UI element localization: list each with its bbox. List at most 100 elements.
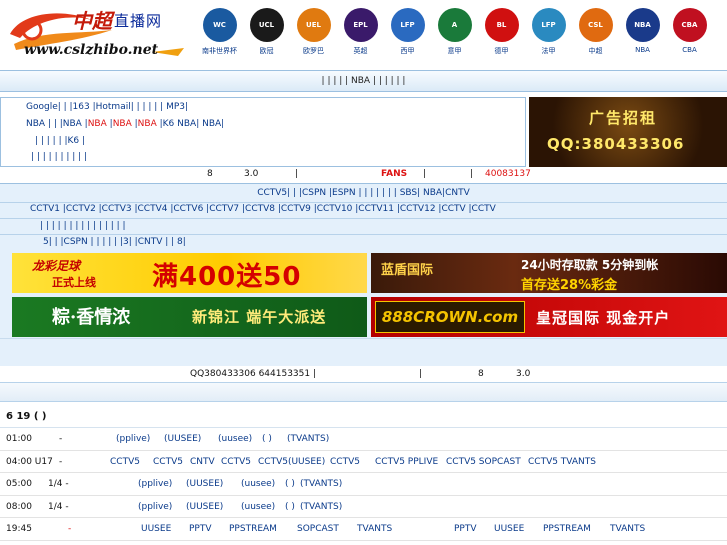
banner-text: 首存送28%彩金 — [521, 278, 618, 293]
channel-link[interactable]: CCTV5(UUSEE) — [258, 457, 325, 467]
banner-text: 新锦江 端午大派送 — [192, 308, 327, 326]
channel-link[interactable]: UUSEE — [494, 524, 524, 534]
league-link[interactable]: LFP 法甲 — [525, 6, 572, 64]
tv-row-cctv[interactable]: CCTV1 |CCTV2 |CCTV3 |CCTV4 |CCTV6 |CCTV7… — [30, 204, 727, 214]
quick-links-box: Google| | |163 |Hotmail| | | | | | MP3| … — [0, 97, 526, 167]
banner-text: 龙彩足球 — [32, 259, 81, 273]
nba-link-red-2[interactable]: NBA — [113, 119, 132, 129]
ad-banner-longcai[interactable]: 龙彩足球 正式上线 满400送50 — [12, 253, 367, 293]
channel-link[interactable]: TVANTS — [610, 524, 645, 534]
table-row: 01:00 - (pplive) (UUSEE) (uusee) ( ) (TVANTS) — [0, 428, 727, 451]
contact-bar: QQ380433306 644153351 | | 8 3.0 — [0, 338, 727, 379]
channel-link[interactable]: (pplive) — [138, 479, 172, 489]
channel-link[interactable]: CCTV5 SOPCAST — [446, 457, 521, 467]
ad-banner-rent[interactable]: 广告招租 QQ:380433306 — [529, 97, 727, 167]
channel-link[interactable]: CCTV5 TVANTS — [528, 457, 596, 467]
channel-link[interactable]: PPTV — [454, 524, 477, 534]
league-name: 英超 — [353, 47, 368, 55]
ad-banner-crown[interactable]: 888CROWN.com 皇冠国际 现金开户 — [371, 297, 727, 337]
channel-link[interactable]: (uusee) — [218, 434, 252, 444]
tv-channel-links: CCTV5| | |CSPN |ESPN | | | | | | | SBS| … — [0, 183, 727, 250]
channel-link[interactable]: (TVANTS) — [300, 479, 342, 489]
quick-links-row-3[interactable]: | | | | | |K6 | — [35, 136, 85, 146]
channel-link[interactable]: ( ) — [262, 434, 272, 444]
match-time: 05:00 — [6, 479, 32, 489]
divider — [0, 234, 727, 235]
lega-calcio-icon: A — [437, 8, 472, 42]
league-link[interactable]: CBA CBA — [666, 6, 713, 64]
contact-num: 8 — [478, 369, 484, 379]
channel-link[interactable]: (uusee) — [241, 502, 275, 512]
nba-link[interactable]: NBA | | |NBA | — [26, 119, 88, 129]
league-link[interactable]: UCL 欧冠 — [243, 6, 290, 64]
channel-link[interactable]: CNTV — [190, 457, 215, 467]
schedule-date: 6 19 ( ) — [6, 411, 47, 422]
ad-banner-zongzi[interactable]: 粽·香情浓 新锦江 端午大派送 — [12, 297, 367, 337]
league-name: CBA — [682, 46, 697, 54]
channel-link[interactable]: CCTV5 — [110, 457, 140, 467]
lfp-france-icon: LFP — [531, 8, 566, 42]
league-link[interactable]: UEL 欧罗巴 — [290, 6, 337, 64]
channel-link[interactable]: PPTV — [189, 524, 212, 534]
contact-rate: 3.0 — [516, 369, 531, 379]
league-link[interactable]: WC 南非世界杯 — [196, 6, 243, 64]
league-link[interactable]: BL 德甲 — [478, 6, 525, 64]
tv-row-1[interactable]: CCTV5| | |CSPN |ESPN | | | | | | | SBS| … — [0, 188, 727, 198]
banner-text: 正式上线 — [52, 276, 96, 289]
contact-qq: QQ380433306 644153351 | — [190, 369, 316, 379]
contact-separator: | — [419, 369, 423, 379]
channel-link[interactable]: (UUSEE) — [164, 434, 201, 444]
league-link[interactable]: EPL 英超 — [337, 6, 384, 64]
channel-link[interactable]: (pplive) — [116, 434, 150, 444]
k6-nba-links[interactable]: |K6 NBA| NBA| — [157, 119, 225, 129]
fans-link[interactable]: FANS — [381, 169, 407, 179]
quick-links-row-4[interactable]: | | | | | | | | | | — [31, 152, 87, 162]
channel-link[interactable]: SOPCAST — [297, 524, 339, 534]
channel-link[interactable]: PPSTREAM — [229, 524, 277, 534]
tv-row-3[interactable]: | | | | | | | | | | | | | | | — [40, 221, 727, 231]
nba-link-red-1[interactable]: NBA — [88, 119, 107, 129]
channel-link[interactable]: CCTV5 — [330, 457, 360, 467]
channel-link[interactable]: UUSEE — [141, 524, 171, 534]
lfp-icon: LFP — [390, 8, 425, 42]
match-time: 08:00 — [6, 501, 32, 512]
league-name: 中超 — [588, 47, 603, 55]
table-row: 05:00 1/4 - (pplive) (UUSEE) (uusee) ( ) (TVAN… — [0, 473, 727, 496]
channel-link[interactable]: PPSTREAM — [543, 524, 591, 534]
quick-links-row-1[interactable]: Google| | |163 |Hotmail| | | | | | MP3| — [26, 102, 188, 112]
top-nav-links[interactable]: | | | | | NBA | | | | | | — [322, 76, 406, 86]
league-name: 德甲 — [494, 47, 509, 55]
match-info: - — [68, 524, 72, 534]
channel-link[interactable]: ( ) — [285, 479, 295, 489]
league-name: 欧冠 — [259, 47, 274, 55]
match-info: - — [59, 456, 63, 467]
ad-banner-landun[interactable]: 蓝盾国际 24小时存取款 5分钟到帐 首存送28%彩金 — [371, 253, 727, 293]
match-time: 19:45 — [6, 524, 32, 534]
channel-link[interactable]: (uusee) — [241, 479, 275, 489]
bundesliga-icon: BL — [484, 8, 519, 42]
nba-link-red-3[interactable]: NBA — [138, 119, 157, 129]
channel-link[interactable]: ( ) — [285, 502, 295, 512]
channel-link[interactable]: (TVANTS) — [287, 434, 329, 444]
league-link[interactable]: CSL 中超 — [572, 6, 619, 64]
channel-link[interactable]: CCTV5 — [221, 457, 251, 467]
match-time: 01:00 — [6, 434, 32, 444]
europa-league-icon: UEL — [296, 8, 331, 42]
league-link[interactable]: NBA NBA — [619, 6, 666, 64]
league-link[interactable]: LFP 西甲 — [384, 6, 431, 64]
channel-link[interactable]: TVANTS — [357, 524, 392, 534]
channel-link[interactable]: (UUSEE) — [186, 479, 223, 489]
nba-icon: NBA — [625, 8, 660, 42]
channel-link[interactable]: (TVANTS) — [300, 502, 342, 512]
champions-league-icon: UCL — [249, 8, 284, 42]
league-link[interactable]: A 意甲 — [431, 6, 478, 64]
channel-link[interactable]: CCTV5 — [153, 457, 183, 467]
tv-row-4[interactable]: 5| | |CSPN | | | | | |3| |CNTV | | 8| — [43, 237, 727, 247]
table-row: 04:00 U17- CCTV5 CCTV5 CNTV CCTV5 CCTV5(UUSEE… — [0, 451, 727, 473]
channel-link[interactable]: (UUSEE) — [186, 502, 223, 512]
channel-link[interactable]: (pplive) — [138, 502, 172, 512]
channel-link[interactable]: CCTV5 PPLIVE — [375, 457, 438, 467]
match-info: 1/4 - — [48, 501, 69, 512]
table-row: 08:00 1/4 - (pplive) (UUSEE) (uusee) ( ) (TVAN… — [0, 496, 727, 518]
site-logo[interactable]: 中超 直播网 www.cslzhibo.net — [2, 4, 192, 62]
